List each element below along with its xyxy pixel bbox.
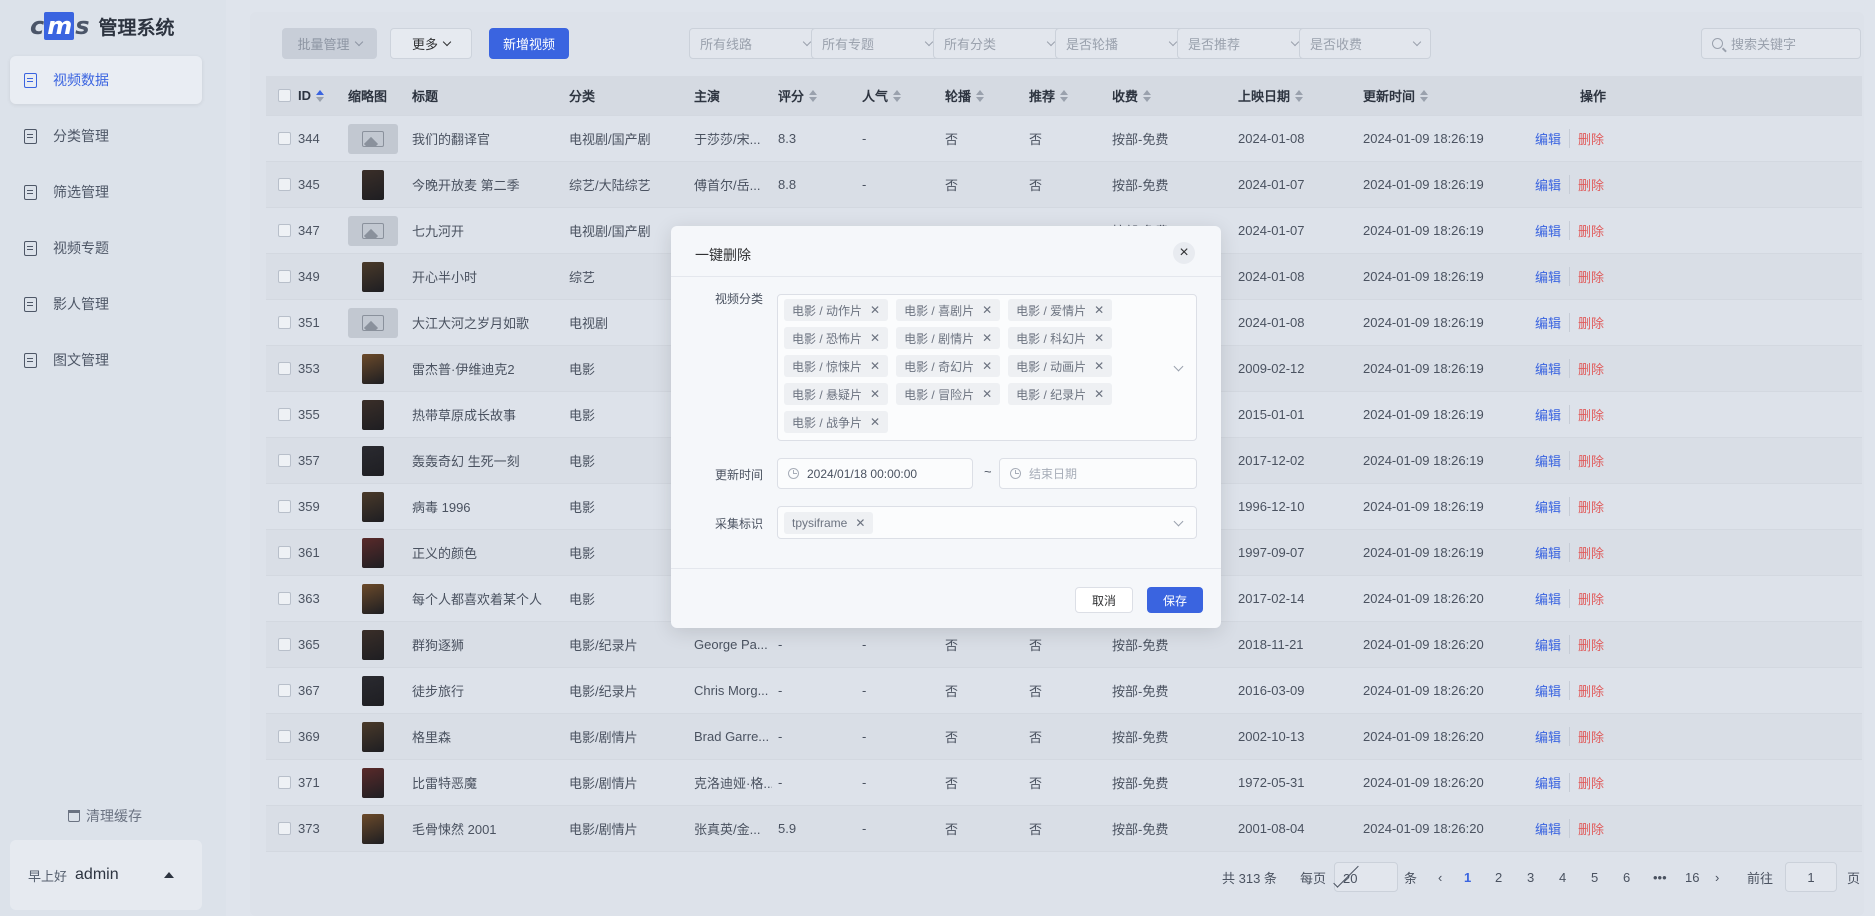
category-tag: 电影 / 纪录片 ✕: [1008, 383, 1113, 405]
category-tag: 电影 / 动作片 ✕: [784, 299, 889, 321]
category-tag-label: 电影 / 战争片: [792, 415, 863, 430]
close-icon[interactable]: ✕: [870, 359, 880, 373]
end-date-placeholder: 结束日期: [1029, 467, 1078, 481]
close-icon[interactable]: ✕: [1094, 331, 1104, 345]
clock-icon: [1010, 468, 1021, 479]
dialog-title: 一键删除: [695, 247, 751, 263]
category-tag: 电影 / 悬疑片 ✕: [784, 383, 889, 405]
category-tag: 电影 / 喜剧片 ✕: [896, 299, 1001, 321]
close-icon[interactable]: ×: [1173, 242, 1195, 264]
category-tag-label: 电影 / 惊悚片: [792, 359, 863, 374]
category-tag-label: 电影 / 奇幻片: [904, 359, 975, 374]
close-icon[interactable]: ✕: [870, 387, 880, 401]
close-icon[interactable]: ✕: [870, 415, 880, 429]
start-date-value: 2024/01/18 00:00:00: [807, 466, 918, 481]
close-icon[interactable]: ✕: [982, 387, 992, 401]
save-button[interactable]: 保存: [1147, 587, 1203, 613]
close-icon[interactable]: ✕: [982, 331, 992, 345]
category-multiselect[interactable]: 电影 / 动作片 ✕ 电影 / 喜剧片 ✕ 电影 / 爱情片 ✕ 电影 / 恐怖片 ✕ 电影 /…: [777, 294, 1197, 441]
category-tag-label: 电影 / 恐怖片: [792, 331, 863, 346]
range-separator: ~: [984, 464, 992, 479]
divider: [671, 276, 1221, 277]
category-tag: 电影 / 战争片 ✕: [784, 411, 889, 433]
chevron-down-icon: [1173, 516, 1184, 527]
category-tag-label: 电影 / 纪录片: [1016, 387, 1087, 402]
category-tag-label: 电影 / 剧情片: [904, 331, 975, 346]
end-date-input[interactable]: 结束日期: [999, 458, 1197, 489]
category-tag: 电影 / 惊悚片 ✕: [784, 355, 889, 377]
close-icon[interactable]: ✕: [1094, 303, 1104, 317]
category-tag-label: 电影 / 动作片: [792, 303, 863, 318]
category-tag: 电影 / 冒险片 ✕: [896, 383, 1001, 405]
source-label: 采集标识: [715, 517, 764, 531]
category-tag-label: 电影 / 冒险片: [904, 387, 975, 402]
close-icon[interactable]: ✕: [1094, 359, 1104, 373]
category-tag: 电影 / 恐怖片 ✕: [784, 327, 889, 349]
category-tag: 电影 / 奇幻片 ✕: [896, 355, 1001, 377]
close-icon[interactable]: ✕: [855, 516, 865, 530]
close-icon[interactable]: ✕: [1094, 387, 1104, 401]
category-tag-label: 电影 / 喜剧片: [904, 303, 975, 318]
clock-icon: [788, 468, 799, 479]
start-date-input[interactable]: 2024/01/18 00:00:00: [777, 458, 973, 489]
close-icon[interactable]: ✕: [870, 303, 880, 317]
category-tag: 电影 / 科幻片 ✕: [1008, 327, 1113, 349]
category-label: 视频分类: [715, 292, 764, 306]
divider: [671, 568, 1221, 569]
close-icon[interactable]: ✕: [870, 331, 880, 345]
category-tag-label: 电影 / 科幻片: [1016, 331, 1087, 346]
source-tag-label: tpysiframe: [792, 515, 848, 530]
category-tag-label: 电影 / 动画片: [1016, 359, 1087, 374]
source-tag: tpysiframe ✕: [784, 511, 874, 534]
category-tag: 电影 / 剧情片 ✕: [896, 327, 1001, 349]
time-label: 更新时间: [715, 468, 764, 482]
close-icon[interactable]: ✕: [982, 359, 992, 373]
bulk-delete-dialog: 一键删除 × 视频分类 电影 / 动作片 ✕ 电影 / 喜剧片 ✕ 电影 / 爱情片 ✕ 电…: [671, 226, 1221, 628]
source-select[interactable]: tpysiframe ✕: [777, 506, 1197, 539]
category-tag-label: 电影 / 爱情片: [1016, 303, 1087, 318]
close-icon[interactable]: ✕: [982, 303, 992, 317]
cancel-button[interactable]: 取消: [1075, 587, 1133, 613]
category-tag: 电影 / 爱情片 ✕: [1008, 299, 1113, 321]
category-tag-label: 电影 / 悬疑片: [792, 387, 863, 402]
category-tag: 电影 / 动画片 ✕: [1008, 355, 1113, 377]
chevron-down-icon: [1173, 361, 1184, 372]
